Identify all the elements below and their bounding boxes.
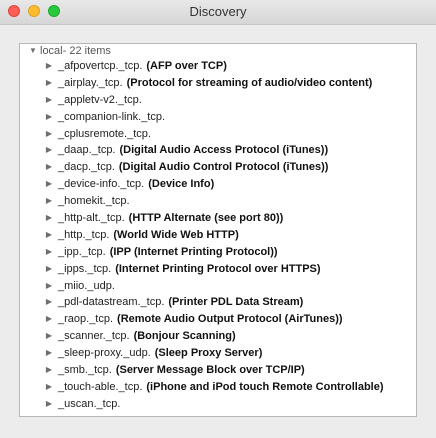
service-row[interactable]: ▶ _raop._tcp. (Remote Audio Output Protoco… [20,311,416,328]
service-description: (Digital Audio Access Protocol (iTunes)) [119,144,329,157]
service-type: _sleep-proxy._udp. [58,347,151,360]
service-row[interactable]: ▶ _smb._tcp. (Server Message Block over TC… [20,362,416,379]
service-row[interactable]: ▶ _scanner._tcp. (Bonjour Scanning) [20,328,416,345]
title-bar[interactable]: Discovery [0,0,436,25]
service-type: _airplay._tcp. [58,76,123,89]
disclosure-triangle-right-icon[interactable]: ▶ [44,159,54,176]
root-label: local [40,45,63,57]
disclosure-triangle-right-icon[interactable]: ▶ [44,92,54,109]
service-row[interactable]: ▶ _pdl-datastream._tcp. (Printer PDL Data … [20,294,416,311]
service-type: _companion-link._tcp. [58,110,166,123]
service-row[interactable]: ▶ _sleep-proxy._udp. (Sleep Proxy Server) [20,345,416,362]
disclosure-triangle-right-icon[interactable]: ▶ [44,294,54,311]
service-tree: ▼ local - 22 items ▶ _afpovertcp._tcp. (AF… [19,43,417,417]
disclosure-triangle-right-icon[interactable]: ▶ [44,75,54,92]
service-type: _dacp._tcp. [58,161,115,174]
service-type: _ipps._tcp. [58,262,112,275]
service-row[interactable]: ▶ _airplay._tcp. (Protocol for streaming o… [20,75,416,92]
disclosure-triangle-right-icon[interactable]: ▶ [44,126,54,143]
service-row[interactable]: ▶ _daap._tcp. (Digital Audio Access Protoc… [20,142,416,159]
service-type: _smb._tcp. [58,364,112,377]
disclosure-triangle-right-icon[interactable]: ▶ [44,193,54,210]
service-description: (iPhone and iPod touch Remote Controllab… [146,380,384,393]
service-description: (Workgroup Manager) [151,413,265,416]
disclosure-triangle-right-icon[interactable]: ▶ [44,261,54,278]
service-type: _appletv-v2._tcp. [58,93,142,106]
disclosure-triangle-right-icon[interactable]: ▶ [44,210,54,227]
disclosure-triangle-right-icon[interactable]: ▶ [44,278,54,295]
service-description: (Device Info) [148,178,215,191]
service-row[interactable]: ▶ _http._tcp. (World Wide Web HTTP) [20,227,416,244]
service-row[interactable]: ▶ _workstation._tcp. (Workgroup Manager) [20,413,416,417]
service-type: _raop._tcp. [58,313,114,326]
service-description: (Internet Printing Protocol over HTTPS) [115,262,321,275]
disclosure-triangle-right-icon[interactable]: ▶ [44,142,54,159]
service-row[interactable]: ▶ _cplusremote._tcp. [20,126,416,143]
service-row[interactable]: ▶ _device-info._tcp. (Device Info) [20,176,416,193]
service-type: _ipp._tcp. [58,245,106,258]
service-type: _pdl-datastream._tcp. [58,296,165,309]
service-description: (Sleep Proxy Server) [154,347,263,360]
service-row[interactable]: ▶ _ipp._tcp. (IPP (Internet Printing Proto… [20,244,416,261]
disclosure-triangle-right-icon[interactable]: ▶ [44,109,54,126]
service-description: (World Wide Web HTTP) [113,228,239,241]
service-type: _scanner._tcp. [58,330,130,343]
service-type: _daap._tcp. [58,144,116,157]
service-row[interactable]: ▶ _ipps._tcp. (Internet Printing Protocol … [20,261,416,278]
service-description: (Remote Audio Output Protocol (AirTunes)… [117,313,343,326]
service-row[interactable]: ▶ _homekit._tcp. [20,193,416,210]
service-type: _workstation._tcp. [58,413,147,416]
service-type: _uscan._tcp. [58,397,121,410]
service-type: _cplusremote._tcp. [58,127,151,140]
service-row[interactable]: ▶ _companion-link._tcp. [20,109,416,126]
service-description: (HTTP Alternate (see port 80)) [128,212,284,225]
service-description: (IPP (Internet Printing Protocol)) [109,245,278,258]
tree-root-row[interactable]: ▼ local - 22 items [20,44,416,58]
service-type: _http-alt._tcp. [58,212,125,225]
discovery-window: Discovery ▼ local - 22 items ▶ _afpovertc… [0,0,436,438]
service-row[interactable]: ▶ _appletv-v2._tcp. [20,92,416,109]
service-description: (Protocol for streaming of audio/video c… [126,76,373,89]
disclosure-triangle-right-icon[interactable]: ▶ [44,379,54,396]
service-type: _miio._udp. [58,279,115,292]
service-description: (Server Message Block over TCP/IP) [115,364,305,377]
service-row[interactable]: ▶ _uscan._tcp. [20,396,416,413]
disclosure-triangle-right-icon[interactable]: ▶ [44,328,54,345]
service-type: _afpovertcp._tcp. [58,60,143,72]
disclosure-triangle-right-icon[interactable]: ▶ [44,345,54,362]
service-type: _http._tcp. [58,228,110,241]
service-description: (AFP over TCP) [146,60,227,72]
service-type: _device-info._tcp. [58,178,145,191]
disclosure-triangle-right-icon[interactable]: ▶ [44,58,54,75]
service-type: _homekit._tcp. [58,195,130,208]
service-description: (Printer PDL Data Stream) [168,296,304,309]
service-row[interactable]: ▶ _afpovertcp._tcp. (AFP over TCP) [20,58,416,75]
service-description: (Bonjour Scanning) [133,330,236,343]
disclosure-triangle-right-icon[interactable]: ▶ [44,362,54,379]
service-type: _touch-able._tcp. [58,380,143,393]
service-row[interactable]: ▶ _miio._udp. [20,278,416,295]
service-list: ▶ _afpovertcp._tcp. (AFP over TCP) ▶ _airpla… [20,58,416,417]
disclosure-triangle-right-icon[interactable]: ▶ [44,311,54,328]
disclosure-triangle-right-icon[interactable]: ▶ [44,413,54,417]
disclosure-triangle-right-icon[interactable]: ▶ [44,396,54,413]
window-title: Discovery [189,4,247,19]
disclosure-triangle-right-icon[interactable]: ▶ [44,244,54,261]
service-row[interactable]: ▶ _http-alt._tcp. (HTTP Alternate (see por… [20,210,416,227]
service-description: (Digital Audio Control Protocol (iTunes)… [118,161,329,174]
root-item-count: - 22 items [62,45,111,57]
disclosure-triangle-down-icon[interactable]: ▼ [28,44,38,58]
service-row[interactable]: ▶ _touch-able._tcp. (iPhone and iPod touch… [20,379,416,396]
service-row[interactable]: ▶ _dacp._tcp. (Digital Audio Control Proto… [20,159,416,176]
disclosure-triangle-right-icon[interactable]: ▶ [44,227,54,244]
disclosure-triangle-right-icon[interactable]: ▶ [44,176,54,193]
